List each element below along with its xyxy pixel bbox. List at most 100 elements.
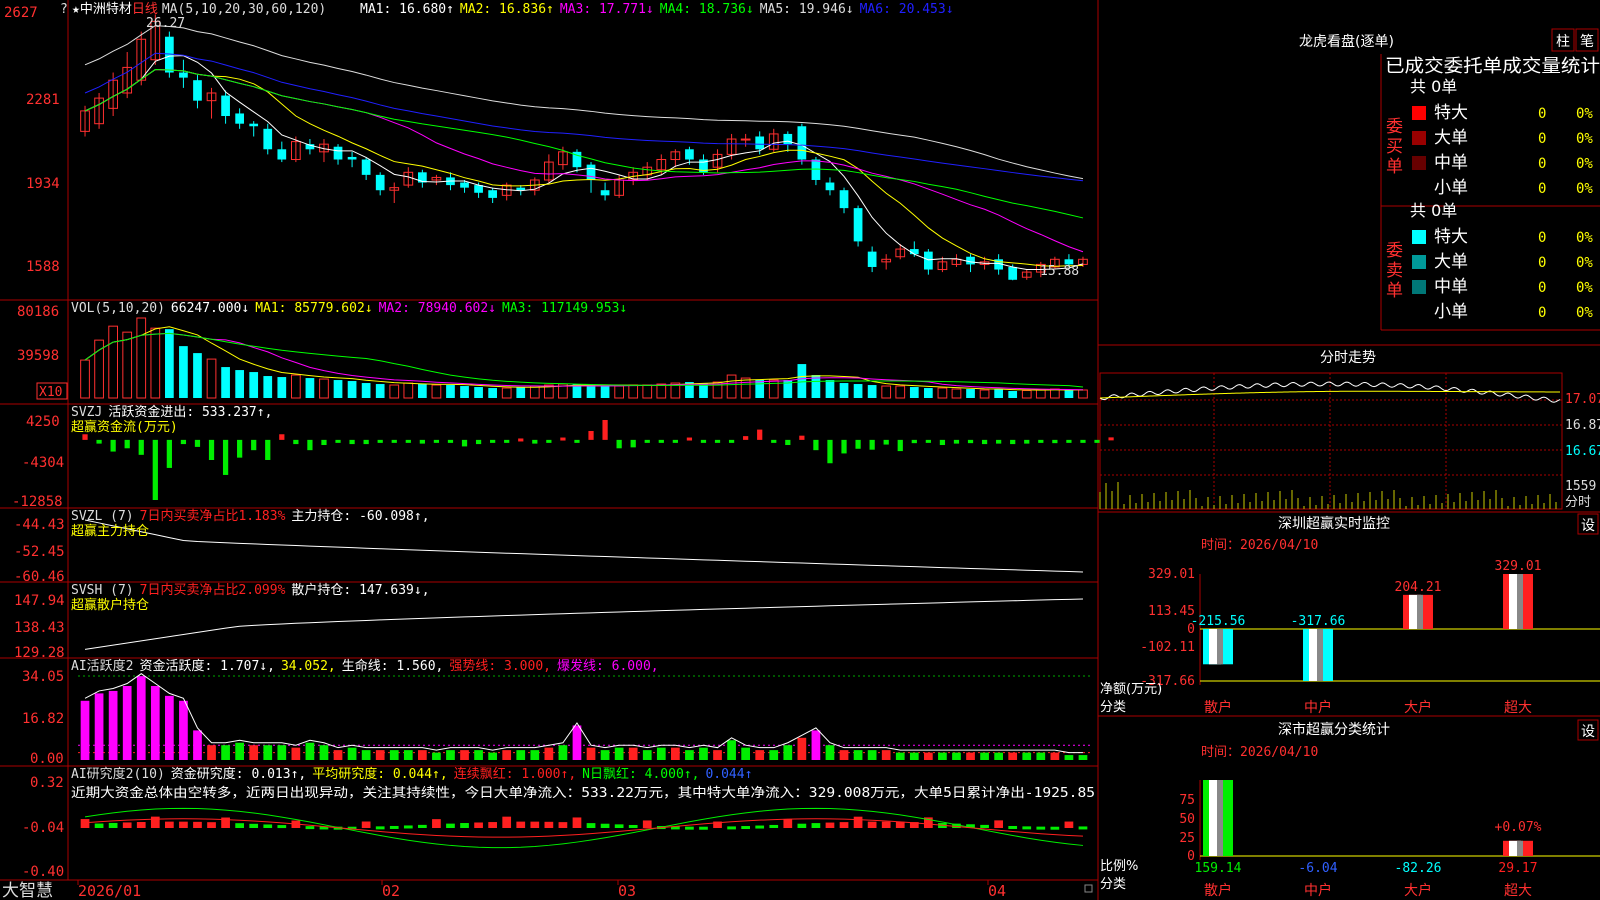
svsh-ylabel-2: 129.28: [14, 645, 65, 661]
monitor-category-label: 中户: [1304, 699, 1332, 716]
active-bar: [136, 676, 146, 760]
volume-bar: [656, 383, 667, 399]
research-bar: [839, 822, 849, 828]
svzj-bar: [785, 439, 791, 446]
volume-bar: [867, 385, 877, 398]
svzj-bars: [82, 420, 1114, 500]
lock-icon[interactable]: [1084, 884, 1093, 893]
candle-body: [600, 190, 610, 196]
svzj-bar: [124, 439, 130, 449]
active-bar: [530, 750, 540, 760]
research-bar: [432, 819, 441, 828]
svzj-legend: SVZJ 活跃资金进出: 533.237↑,: [71, 404, 272, 420]
vol_panel.items-item-2: MA1: 85779.602↓: [255, 301, 372, 316]
volume-bar: [1078, 389, 1088, 399]
svzj-bar: [279, 434, 285, 440]
svsh_panel.items-item-0: SVSH (7): [71, 583, 134, 598]
volume-bar: [277, 377, 287, 398]
intraday-vol-0: 1559: [1565, 479, 1596, 494]
order-color-swatch: [1412, 106, 1426, 120]
intraday-price-1: 16.87: [1565, 418, 1600, 433]
svzj-bar: [490, 439, 496, 443]
svzj-bar: [588, 430, 594, 440]
intraday-price-2: 16.67: [1565, 444, 1600, 459]
research-bar: [150, 816, 160, 828]
active-bar: [432, 752, 441, 760]
high-label: 26.27: [146, 16, 185, 31]
volume-bar: [600, 386, 610, 398]
research-bar: [193, 821, 202, 828]
ai_research_panel.items-item-4: N日飘红: 4.000↑,: [582, 766, 699, 782]
active-bar: [811, 730, 821, 760]
volume-bar: [333, 380, 343, 398]
stock-name: 中洲特材: [80, 2, 132, 17]
candle-body: [361, 159, 371, 175]
category-x-caption: 分类: [1100, 877, 1126, 892]
candle-body: [755, 136, 765, 150]
category-title: 深市超赢分类统计: [1278, 721, 1390, 738]
intraday-chart: [1099, 372, 1563, 510]
research-bar: [474, 822, 483, 828]
research-bar: [446, 823, 455, 828]
price_panel.ma_items-item-3: MA4: 18.736↓: [660, 2, 754, 17]
active-bar: [122, 685, 132, 760]
svzj-bar: [644, 439, 650, 443]
volume-bar: [1021, 390, 1032, 399]
svzj-ylabel-0: 4250: [26, 414, 60, 430]
volume-bars: [80, 317, 1088, 399]
research-bar: [460, 823, 469, 828]
order-total: 共 0单: [1410, 201, 1457, 220]
ma-legend: MA1: 16.680↑ MA2: 16.836↑ MA3: 17.771↓ MA4:…: [360, 2, 954, 17]
order-name: 中单: [1434, 153, 1468, 173]
ai_active_panel.items-item-4: 强势线: 3.000,: [449, 658, 551, 674]
active-bar: [179, 700, 188, 760]
research-bar: [586, 823, 596, 828]
research-red-line: [84, 818, 1083, 838]
order-side-label: 单: [1386, 281, 1403, 301]
order-count: 0: [1538, 181, 1546, 197]
monitor-ylabel: 113.45: [1148, 604, 1195, 619]
order-count: 0: [1538, 305, 1546, 321]
research-bar: [825, 822, 835, 828]
category-extra-label: +0.07%: [1495, 820, 1542, 835]
research-bar: [994, 820, 1003, 828]
svzl-legend: SVZL (7) 7日内买卖净占比1.183% 主力持仓: -60.098↑,: [71, 508, 430, 524]
volume-bar: [853, 384, 863, 398]
order-name: 特大: [1434, 103, 1468, 123]
volume-bar: [642, 384, 653, 399]
monitor-value-label: -215.56: [1191, 614, 1246, 629]
active-bar: [924, 752, 933, 760]
svzj_panel.items-item-0: SVZJ: [71, 405, 102, 420]
active-bar: [642, 750, 652, 760]
research-bar: [685, 826, 694, 830]
monitor-value-label: 204.21: [1395, 580, 1442, 595]
volume-bar: [966, 389, 975, 398]
active-bar: [966, 752, 975, 760]
volume-bar: [1035, 389, 1046, 399]
category-label: 散户: [1204, 882, 1232, 899]
svzj-bar: [208, 439, 215, 460]
volume-bar: [319, 378, 329, 399]
menu-icon[interactable]: ?: [60, 2, 68, 17]
ai-active-legend: AI活跃度2 资金活跃度: 1.707↓, 34.052, 生命线: 1.560, 强势…: [71, 658, 659, 674]
price-header: ★中洲特材日线 MA(5,10,20,30,60,120): [72, 2, 326, 17]
volume-bar: [768, 379, 779, 399]
monitor-value-label: -317.66: [1291, 614, 1346, 629]
svzj-bar: [1108, 437, 1114, 441]
svzj-bar: [841, 439, 847, 454]
svzj-bar: [883, 439, 889, 445]
monitor-time: 时间：2026/04/10: [1201, 538, 1318, 553]
act-ylabel-0: 34.05: [22, 669, 64, 685]
svzj-bar: [82, 434, 88, 440]
sz-category-chart: 7550250159.14散户-6.04中户-82.26大户29.17超大+0.…: [1179, 780, 1600, 899]
x-label-3: 04: [988, 882, 1006, 900]
monitor-bar-shade: [1417, 594, 1423, 629]
svzj-bar: [714, 439, 721, 443]
candle-body: [685, 149, 694, 160]
active-bar: [516, 750, 526, 760]
active-bar: [839, 750, 849, 760]
order-pct: 0%: [1576, 230, 1593, 246]
research-bar: [614, 824, 624, 828]
active-bar: [895, 752, 905, 760]
research-bar: [94, 823, 104, 828]
